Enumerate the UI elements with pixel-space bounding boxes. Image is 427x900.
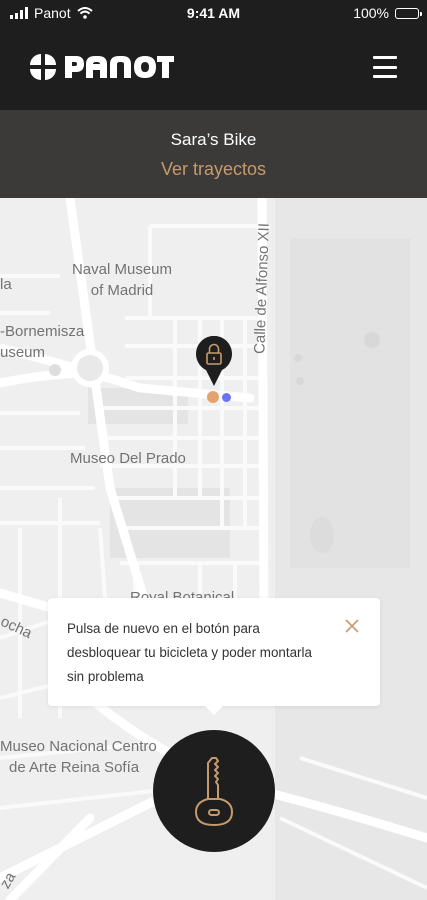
unlock-button[interactable] — [153, 730, 275, 852]
map-label-prado: Museo Del Prado — [70, 450, 186, 467]
map-label-line: de Arte Reina Sofía — [9, 759, 140, 776]
map-label-line: -Bornemisza — [0, 323, 85, 340]
menu-button[interactable] — [373, 56, 397, 78]
bike-name: Sara’s Bike — [170, 130, 257, 149]
map-label-reina-sofia: Museo Nacional Centro de Arte Reina Sofí… — [0, 736, 157, 778]
bike-location-dot — [207, 391, 219, 403]
logo-wordmark — [65, 56, 174, 78]
bike-lock-marker[interactable] — [194, 336, 234, 388]
map-label-line: useum — [0, 344, 46, 361]
close-icon[interactable] — [344, 618, 360, 634]
battery-icon — [395, 7, 422, 19]
key-icon — [195, 757, 233, 826]
tooltip-message: Pulsa de nuevo en el botón para desbloqu… — [67, 621, 312, 684]
user-location-dot — [222, 393, 231, 402]
unlock-tooltip: Pulsa de nuevo en el botón para desbloqu… — [48, 598, 380, 715]
map-label-naval-museum: Naval Museum of Madrid — [66, 259, 178, 301]
status-right: 100% — [353, 5, 422, 21]
view-trips-link[interactable]: Ver trayectos — [0, 159, 427, 180]
map-label-bornemisza: -Bornemisza useum — [0, 321, 84, 363]
battery-percent: 100% — [353, 5, 389, 21]
bike-header: Sara’s Bike Ver trayectos — [0, 110, 427, 198]
map-label-line: Naval Museum — [71, 261, 173, 278]
map-label-line: of Madrid — [90, 282, 154, 299]
map-label-la: la — [0, 276, 12, 293]
map-label-line: Museo Nacional Centro — [0, 738, 157, 755]
panot-logo — [28, 52, 174, 82]
logo-icon — [30, 54, 56, 80]
app-header — [0, 28, 427, 110]
status-bar: Panot 9:41 AM 100% — [0, 0, 427, 28]
